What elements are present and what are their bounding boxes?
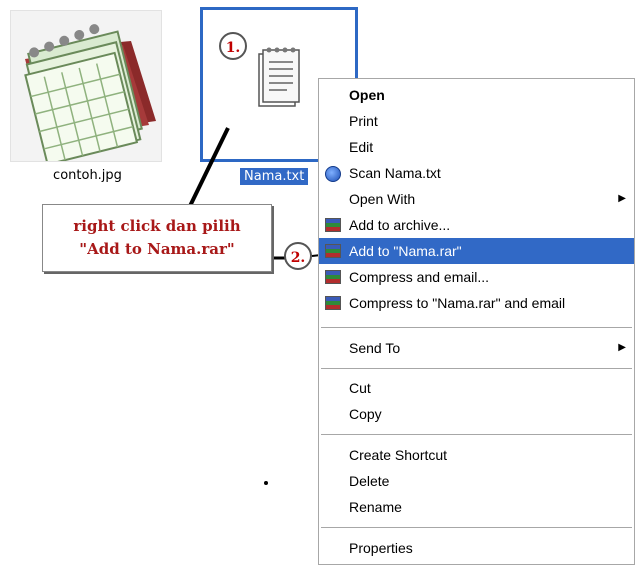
menu-item-cut[interactable]: Cut [319,375,634,401]
menu-item-scan[interactable]: Scan Nama.txt [319,160,634,186]
callout-line-1: right click dan pilih [73,217,241,235]
menu-item-label: Add to "Nama.rar" [349,243,462,259]
menu-item-label: Delete [349,473,390,489]
context-menu: Open Print Edit Scan Nama.txt Open With … [318,78,635,565]
menu-item-label: Add to archive... [349,217,451,233]
menu-item-add-to-archive[interactable]: Add to archive... [319,212,634,238]
calendar-icon [24,24,156,166]
menu-item-label: Rename [349,499,402,515]
menu-item-label: Send To [349,340,401,356]
menu-item-label: Properties [349,540,413,556]
menu-item-rename[interactable]: Rename [319,494,634,520]
menu-item-open[interactable]: Open [319,82,634,108]
contoh-file-thumbnail[interactable] [10,10,162,166]
menu-separator [321,434,632,435]
menu-item-delete[interactable]: Delete [319,468,634,494]
menu-item-label: Edit [349,139,374,155]
winrar-icon [325,244,341,258]
menu-item-label: Compress to "Nama.rar" and email [349,295,566,311]
step-1-marker: 1. [219,32,247,60]
menu-item-label: Copy [349,406,382,422]
menu-item-label: Compress and email... [349,269,490,285]
menu-item-create-shortcut[interactable]: Create Shortcut [319,442,634,468]
menu-separator [321,527,632,528]
instruction-callout: right click dan pilih "Add to Nama.rar" [42,204,272,272]
nama-file-label[interactable]: Nama.txt [240,168,309,185]
menu-item-label: Create Shortcut [349,447,448,463]
submenu-arrow-icon: ▶ [618,342,626,353]
submenu-arrow-icon: ▶ [618,193,626,204]
winrar-icon [325,218,341,232]
antivirus-scan-icon [325,166,341,182]
contoh-file-label[interactable]: contoh.jpg [20,168,155,183]
menu-item-open-with[interactable]: Open With ▶ [319,186,634,212]
menu-item-label: Cut [349,380,371,396]
menu-item-print[interactable]: Print [319,108,634,134]
menu-item-compress-and-email[interactable]: Compress and email... [319,264,634,290]
menu-item-send-to[interactable]: Send To ▶ [319,335,634,361]
menu-item-label: Print [349,113,378,129]
menu-item-add-to-nama-rar[interactable]: Add to "Nama.rar" [319,238,634,264]
menu-item-properties[interactable]: Properties [319,535,634,561]
menu-item-label: Open [349,87,385,103]
menu-separator [321,368,632,369]
menu-item-compress-to-rar-and-email[interactable]: Compress to "Nama.rar" and email [319,290,634,316]
menu-separator [321,327,632,328]
callout-line-2: "Add to Nama.rar" [79,240,235,258]
winrar-icon [325,296,341,310]
menu-item-edit[interactable]: Edit [319,134,634,160]
menu-item-copy[interactable]: Copy [319,401,634,427]
winrar-icon [325,270,341,284]
step-2-marker: 2. [284,242,312,270]
menu-item-label: Scan Nama.txt [349,165,441,181]
menu-item-label: Open With [349,191,416,207]
